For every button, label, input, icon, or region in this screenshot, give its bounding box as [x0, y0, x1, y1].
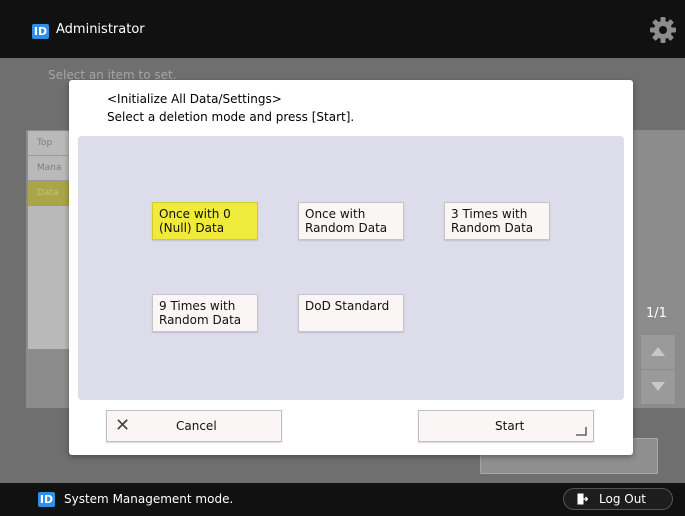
- page-indicator: 1/1: [646, 306, 667, 321]
- status-text: System Management mode.: [64, 492, 234, 506]
- dialog-instruction: Select a deletion mode and press [Start]…: [107, 110, 355, 124]
- list-item[interactable]: Mana: [28, 156, 72, 181]
- list-item-selected[interactable]: Data: [28, 181, 72, 206]
- triangle-up-icon: [651, 347, 665, 356]
- logout-icon: [577, 493, 588, 505]
- option-line2: Random Data: [305, 221, 388, 235]
- triangle-down-icon: [651, 382, 665, 391]
- scroll-down-button[interactable]: [640, 369, 676, 405]
- top-bar: ID Administrator: [0, 0, 685, 58]
- option-line1: 9 Times with: [159, 299, 236, 313]
- option-dod-standard[interactable]: DoD Standard: [298, 294, 404, 332]
- deletion-mode-options: Once with 0 (Null) Data Once with Random…: [78, 136, 624, 400]
- list-item[interactable]: Top: [28, 131, 72, 156]
- option-line2: Random Data: [451, 221, 534, 235]
- option-9-times-random[interactable]: 9 Times with Random Data: [152, 294, 258, 332]
- option-line2: Random Data: [159, 313, 242, 327]
- cancel-button[interactable]: ✕ Cancel: [106, 410, 282, 442]
- start-button[interactable]: Start: [418, 410, 594, 442]
- status-bar: ID System Management mode. Log Out: [0, 483, 685, 516]
- settings-list: Top Mana Data: [28, 131, 72, 349]
- close-icon: ✕: [115, 415, 131, 436]
- option-line1: 3 Times with: [451, 207, 528, 221]
- id-badge-icon: ID: [32, 24, 49, 39]
- option-once-null[interactable]: Once with 0 (Null) Data: [152, 202, 258, 240]
- gear-icon[interactable]: [648, 15, 678, 45]
- option-once-random[interactable]: Once with Random Data: [298, 202, 404, 240]
- start-label: Start: [495, 419, 525, 433]
- scroll-up-button[interactable]: [640, 334, 676, 370]
- logout-label: Log Out: [599, 492, 647, 506]
- corner-arrow-icon: [576, 427, 587, 436]
- option-line1: Once with: [305, 207, 366, 221]
- option-line2: (Null) Data: [159, 221, 225, 235]
- cancel-label: Cancel: [176, 419, 217, 433]
- option-3-times-random[interactable]: 3 Times with Random Data: [444, 202, 550, 240]
- logout-button[interactable]: Log Out: [563, 488, 673, 510]
- option-line1: DoD Standard: [305, 299, 390, 313]
- id-badge-icon: ID: [38, 492, 55, 507]
- initialize-dialog: <Initialize All Data/Settings> Select a …: [69, 80, 633, 455]
- dialog-title: <Initialize All Data/Settings>: [107, 92, 282, 106]
- option-line1: Once with 0: [159, 207, 231, 221]
- user-title: Administrator: [56, 22, 145, 37]
